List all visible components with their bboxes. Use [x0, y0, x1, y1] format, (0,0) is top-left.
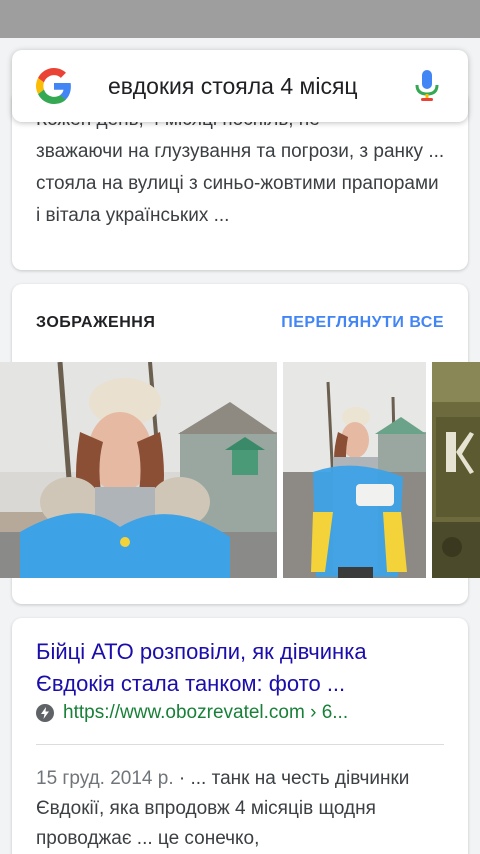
search-result-card[interactable]: Бійці АТО розповіли, як дівчинка Євдокія… — [12, 618, 468, 854]
image-carousel[interactable] — [0, 362, 480, 578]
image-thumbnail-1[interactable] — [0, 362, 277, 578]
image-thumbnail-2[interactable] — [283, 362, 426, 578]
search-bar[interactable]: евдокия стояла 4 місяц — [12, 50, 468, 122]
result-snippet: 15 груд. 2014 р. · ... танк на честь дів… — [36, 764, 454, 854]
result-title-link[interactable]: Бійці АТО розповіли, як дівчинка Євдокія… — [36, 636, 446, 700]
images-card: ЗОБРАЖЕННЯ ПЕРЕГЛЯНУТИ ВСЕ — [0, 284, 480, 604]
google-logo-icon — [36, 68, 71, 104]
image-thumbnail-3[interactable] — [432, 362, 480, 578]
search-input[interactable]: евдокия стояла 4 місяц — [108, 73, 404, 100]
result-url-row[interactable]: https://www.obozrevatel.com › 6... — [36, 702, 348, 724]
snippet-body: зважаючи на глузування та погрози, з ран… — [36, 141, 445, 226]
result-date: 15 груд. 2014 р. — [36, 768, 174, 789]
snippet-text: Кожен день, 4 місяці поспіль, не зважаюч… — [36, 104, 448, 232]
divider — [36, 744, 444, 745]
amp-lightning-icon — [36, 704, 54, 722]
result-url[interactable]: https://www.obozrevatel.com › 6... — [63, 702, 348, 724]
microphone-icon[interactable] — [414, 69, 440, 103]
status-bar — [0, 0, 480, 38]
images-section-label: ЗОБРАЖЕННЯ — [36, 314, 156, 331]
view-all-images-link[interactable]: ПЕРЕГЛЯНУТИ ВСЕ — [281, 314, 444, 332]
